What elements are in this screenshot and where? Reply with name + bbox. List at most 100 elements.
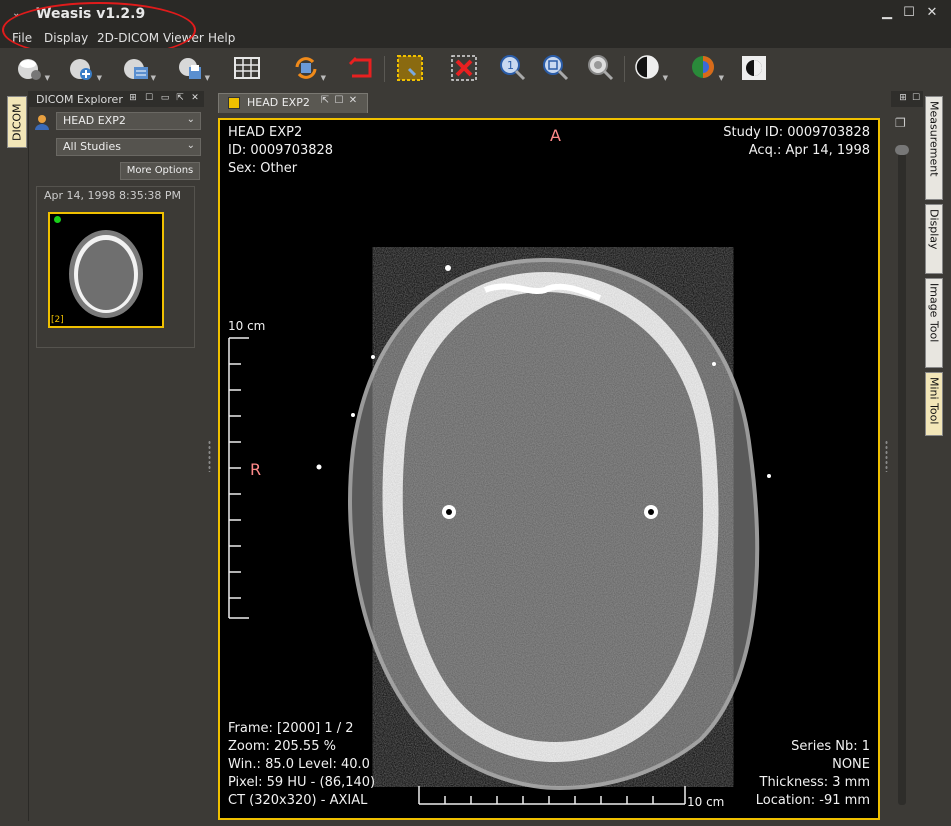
delete-button[interactable] [448,52,480,84]
side-tab-display[interactable]: Display [925,204,943,274]
chevron-down-icon: ⌄ [186,140,195,151]
toolbar-separator [624,56,625,82]
patient-select-value: HEAD EXP2 [63,114,126,127]
side-tab-measurement[interactable]: Measurement [925,96,943,200]
panel-pin-icon[interactable]: ⊞ [898,93,908,103]
best-fit-button[interactable] [539,52,571,84]
overlay-patient-sex: Sex: Other [228,161,298,176]
side-tab-label: Measurement [927,101,941,177]
explorer-title: DICOM Explorer [36,93,123,106]
left-splitter-handle[interactable] [208,440,211,472]
delete-icon [451,55,477,81]
layers-icon[interactable]: ❐ [895,116,911,132]
menu-help[interactable]: Help [208,31,235,45]
open-dicom-button[interactable]: ▼ [14,52,50,84]
export-dicom-button[interactable]: ▼ [120,52,156,84]
mini-tool-slider[interactable] [898,150,906,805]
print-button[interactable]: ▼ [174,52,210,84]
panel-min-icon[interactable]: ▭ [160,93,170,103]
select-zoom-button[interactable] [394,52,426,84]
overlay-study-id: Study ID: 0009703828 [723,125,870,140]
panel-close-icon[interactable]: ✕ [190,93,200,103]
export-dicom-icon [124,59,148,79]
menu-display[interactable]: Display [44,31,88,45]
synch-icon [295,57,317,79]
window-level-button[interactable]: ▼ [632,52,668,84]
orientation-left: R [250,460,262,479]
print-icon [179,58,201,79]
series-thumbnail[interactable] [48,212,164,328]
layout-button[interactable] [231,52,263,84]
overlay-bottom-right: Series Nb: 1 NONE Thickness: 3 mm Locati… [756,738,870,810]
overlay-thickness: Thickness: 3 mm [759,775,871,790]
orientation-top: A [550,126,561,145]
vertical-scale-label: 10 cm [228,319,266,333]
reset-button[interactable] [346,52,378,84]
overlay-pixel-value: Pixel: 59 HU - (86,140) [228,775,376,790]
best-fit-icon [543,55,569,81]
overlay-location: Location: -91 mm [755,793,870,808]
lut-button[interactable]: ▼ [688,52,724,84]
zoom-1-button[interactable]: 1 [496,52,528,84]
overlay-lut: NONE [832,757,870,772]
panel-maximize-icon[interactable]: ☐ [911,93,921,103]
dicom-side-tab[interactable]: DICOM [7,96,27,148]
side-tab-mini-tool[interactable]: Mini Tool [925,372,943,436]
tab-close-icon[interactable]: ✕ [348,96,358,106]
panel-pin-icon[interactable]: ⊞ [128,93,138,103]
patient-icon [34,114,50,130]
overlay-top-left: HEAD EXP2 ID: 0009703828 Sex: Other [228,124,333,178]
side-tab-label: Image Tool [927,283,941,343]
panel-float-icon[interactable]: ⇱ [175,93,185,103]
chevron-down-icon: ⌄ [186,114,195,125]
image-viewport[interactable]: HEAD EXP2 ID: 0009703828 Sex: Other Stud… [218,118,880,820]
synch-button[interactable]: ▼ [290,52,326,84]
vertical-scale-bar [228,337,249,619]
thumbnail-label: [2] [51,315,64,325]
studies-select[interactable]: All Studies ⌄ [56,138,201,156]
select-zoom-icon [397,55,423,81]
import-dicom-button[interactable]: ▼ [66,52,102,84]
side-tab-label: Mini Tool [927,377,941,425]
overlay-top-right: Study ID: 0009703828 Acq.: Apr 14, 1998 [723,124,870,160]
layout-grid-icon [234,57,260,79]
lut-icon [692,56,714,78]
overlay-frame: Frame: [2000] 1 / 2 [228,721,354,736]
lens-icon [588,55,614,81]
lens-button[interactable] [584,52,616,84]
overlay-window-level: Win.: 85.0 Level: 40.0 [228,757,370,772]
invert-button[interactable] [738,52,770,84]
minimize-button[interactable]: ▁ [880,6,894,20]
window-level-icon [635,55,659,79]
menu-file[interactable]: File [12,31,32,45]
panel-maximize-icon[interactable]: ☐ [144,93,154,103]
overlay-zoom: Zoom: 205.55 % [228,739,336,754]
right-splitter-handle[interactable] [885,440,888,472]
mini-tool-slider-handle[interactable] [895,145,909,155]
menu-2d-dicom-viewer[interactable]: 2D-DICOM Viewer [97,31,204,45]
open-dicom-icon [18,59,41,80]
series-date: Apr 14, 1998 8:35:38 PM [44,189,182,202]
overlay-series-number: Series Nb: 1 [791,739,870,754]
horizontal-scale-label: 10 cm [687,795,725,809]
horizontal-scale-bar [418,786,686,805]
close-button[interactable]: ✕ [925,6,939,20]
overlay-patient-id: ID: 0009703828 [228,143,334,158]
patient-select[interactable]: HEAD EXP2 ⌄ [56,112,201,130]
tab-maximize-icon[interactable]: ☐ [334,96,344,106]
reset-icon [348,56,372,78]
app-title: Weasis v1.2.9 [36,6,146,22]
zoom-1-icon: 1 [500,55,526,81]
side-tab-image-tool[interactable]: Image Tool [925,278,943,368]
series-loaded-indicator [54,216,61,223]
svg-text:1: 1 [507,59,514,72]
overlay-patient-name: HEAD EXP2 [228,125,303,140]
more-options-button[interactable]: More Options [120,162,200,180]
thumbnail-image [69,230,143,318]
tab-float-icon[interactable]: ⇱ [320,96,330,106]
studies-select-value: All Studies [63,140,121,153]
chevron-down-icon[interactable]: ⌄ [12,8,22,19]
maximize-button[interactable]: ☐ [902,6,916,20]
invert-icon [742,56,766,80]
overlay-bottom-left: Frame: [2000] 1 / 2 Zoom: 205.55 % Win.:… [228,720,375,810]
